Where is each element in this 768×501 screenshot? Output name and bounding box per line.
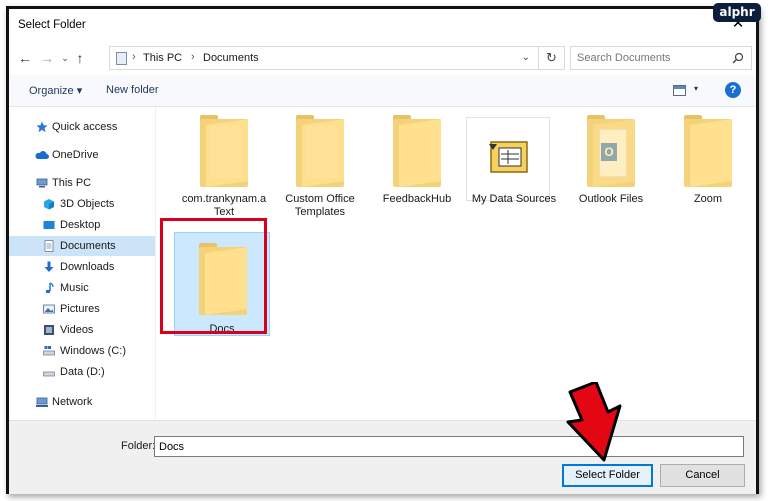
sidebar-item-videos[interactable]: Videos [9,320,155,340]
sidebar-item-3d-objects[interactable]: 3D Objects [9,194,155,214]
breadcrumb-this-pc[interactable]: This PC [143,52,182,64]
drive-icon [43,371,55,377]
view-mode-icon[interactable] [673,85,686,96]
sidebar-item-label: Network [52,396,93,408]
recent-locations-chevron-icon[interactable]: ⌄ [57,50,73,66]
file-item-feedbackhub[interactable]: FeedbackHub [369,107,465,217]
sidebar-item-desktop[interactable]: Desktop [9,215,155,235]
sidebar-item-music[interactable]: Music [9,278,155,298]
sidebar-item-label: Desktop [60,219,101,231]
cloud-icon [35,151,49,159]
data-sources-icon [466,117,550,201]
sidebar-item-label: Windows (C:) [60,345,127,357]
pictures-icon [43,304,55,314]
file-item-zoom[interactable]: Zoom [660,107,756,217]
file-item-my-data-sources[interactable]: My Data Sources [466,107,562,217]
watermark-badge: alphr [713,3,761,22]
star-icon [36,121,48,133]
document-icon [44,240,54,252]
sidebar-item-label: Music [60,282,89,294]
sidebar-item-this-pc[interactable]: This PC [9,173,155,193]
sidebar-item-quick-access[interactable]: Quick access [9,117,155,137]
search-input[interactable]: Search Documents [570,46,752,70]
desktop-icon [43,221,55,229]
refresh-icon[interactable]: ↻ [539,46,565,70]
sidebar-item-label: This PC [52,177,92,189]
download-icon [44,261,54,272]
file-item-label: Zoom [693,193,723,205]
sidebar-item-onedrive[interactable]: OneDrive [9,145,155,165]
sidebar-item-network[interactable]: Network [9,392,155,412]
sidebar-item-label: Videos [60,324,94,336]
forward-arrow-icon[interactable]: → [39,50,55,66]
organize-menu[interactable]: Organize ▾ [29,84,82,97]
sidebar-item-pictures[interactable]: Pictures [9,299,155,319]
sidebar-item-label: Pictures [60,303,100,315]
sidebar-item-label: Documents [60,240,116,252]
this-pc-icon [116,52,127,65]
navigation-pane: Quick access OneDrive This PC 3D Objects… [9,107,155,420]
drive-icon [43,346,55,356]
sidebar-item-windows-c[interactable]: Windows (C:) [9,341,155,361]
cube-icon [44,199,54,210]
navigation-bar: ← → ⌄ ↑ › This PC › Documents ⌄ ↻ Search… [9,41,756,75]
select-folder-button[interactable]: Select Folder [562,464,653,487]
folder-icon [393,115,441,187]
file-item-outlook-files[interactable]: O Outlook Files [563,107,659,217]
new-folder-button[interactable]: New folder [106,84,159,96]
help-icon[interactable]: ? [725,82,741,98]
select-folder-dialog: Select Folder ✕ ← → ⌄ ↑ › This PC › Docu… [6,6,759,494]
music-icon [45,282,54,294]
dialog-footer: Folder: Select Folder Cancel [9,420,756,494]
cancel-button[interactable]: Cancel [660,464,745,487]
sidebar-item-data-d[interactable]: Data (D:) [9,362,155,382]
computer-icon [36,178,48,188]
sidebar-item-label: 3D Objects [60,198,115,210]
address-dropdown-icon[interactable]: ⌄ [522,52,530,63]
folder-name-input[interactable] [154,436,744,457]
address-bar[interactable]: › This PC › Documents ⌄ [109,46,539,70]
file-item-label: com.trankynam.a Text [181,193,267,218]
up-arrow-icon[interactable]: ↑ [72,50,88,66]
file-item-com-trankynam[interactable]: com.trankynam.a Text [176,107,272,218]
folder-icon [684,115,732,187]
sidebar-item-label: Data (D:) [60,366,105,378]
sidebar-item-documents[interactable]: Documents [9,236,155,256]
sidebar-item-downloads[interactable]: Downloads [9,257,155,277]
pointer-arrow-icon [566,382,622,462]
folder-icon: O [587,115,635,187]
file-item-label: My Data Sources [471,193,557,205]
search-icon [732,52,744,64]
search-placeholder: Search Documents [577,52,671,64]
breadcrumb-separator: › [191,51,195,63]
file-item-label: FeedbackHub [382,193,452,205]
folder-field-label: Folder: [121,440,156,452]
sidebar-item-label: OneDrive [52,149,99,161]
view-mode-chevron-icon[interactable]: ▾ [694,84,698,93]
sidebar-item-label: Downloads [60,261,115,273]
network-icon [36,397,48,407]
breadcrumb-documents[interactable]: Documents [203,52,259,64]
folder-icon [200,115,248,187]
title-bar: Select Folder ✕ [9,9,756,41]
file-item-label: Custom Office Templates [285,193,355,218]
breadcrumb-separator: › [132,51,136,63]
folder-icon [296,115,344,187]
back-arrow-icon[interactable]: ← [17,50,33,66]
highlight-annotation-box [160,218,267,334]
file-item-custom-office-templates[interactable]: Custom Office Templates [272,107,368,218]
command-bar: Organize ▾ New folder ▾ ? [9,75,756,107]
window-title: Select Folder [18,19,86,31]
sidebar-item-label: Quick access [52,121,118,133]
video-icon [44,325,54,335]
file-item-label: Outlook Files [578,193,644,205]
